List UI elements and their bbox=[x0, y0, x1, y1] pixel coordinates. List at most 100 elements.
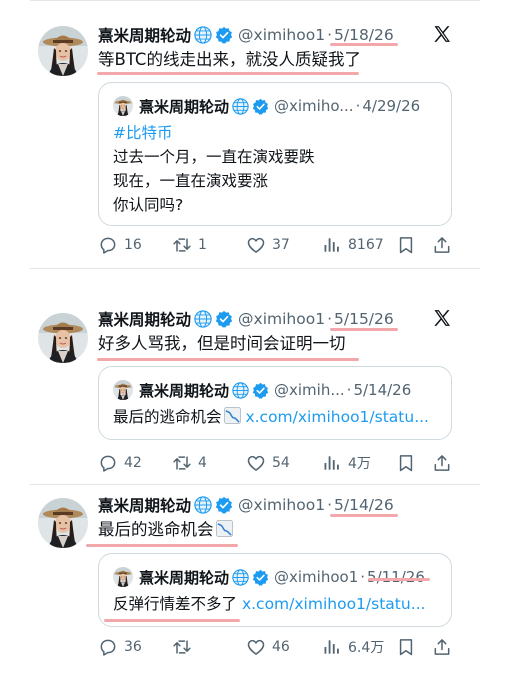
quote-handle: @ximih... bbox=[274, 381, 345, 399]
views-button[interactable]: 4万 bbox=[322, 452, 371, 474]
globe-icon bbox=[194, 310, 212, 328]
status-link[interactable]: x.com/ximihoo1/statu... bbox=[242, 595, 426, 613]
handle[interactable]: @ximihoo1 bbox=[238, 496, 325, 514]
tweet-text-content: 最后的逃命机会 bbox=[98, 520, 214, 539]
quote-header: 熹米周期轮动 @ximiho... · 4/29/26 bbox=[113, 95, 420, 117]
bookmark-icon bbox=[396, 637, 416, 657]
quote-text-line: 现在，一直在演戏要涨 bbox=[113, 172, 269, 190]
timestamp[interactable]: 5/15/26 bbox=[334, 310, 394, 328]
reply-icon bbox=[98, 453, 118, 473]
views-icon bbox=[322, 235, 342, 255]
like-icon bbox=[246, 453, 266, 473]
like-button[interactable]: 46 bbox=[246, 636, 290, 658]
quote-text-line: 最后的逃命机会 x.com/ximihoo1/statu... bbox=[113, 405, 429, 431]
retweet-button[interactable]: 1 bbox=[172, 234, 207, 256]
quoted-tweet[interactable]: 熹米周期轮动 @ximih... · 5/14/26 最后的逃命机会 x.com… bbox=[98, 366, 452, 440]
retweet-count: 1 bbox=[198, 237, 207, 253]
action-bar: 42 4 54 4万 bbox=[98, 452, 458, 474]
timestamp[interactable]: 5/14/26 bbox=[334, 496, 394, 514]
bookmark-button[interactable] bbox=[396, 636, 422, 658]
views-button[interactable]: 6.4万 bbox=[322, 636, 384, 658]
like-count: 46 bbox=[272, 639, 290, 655]
separator-dot: · bbox=[327, 26, 332, 44]
retweet-icon bbox=[172, 235, 192, 255]
reply-icon bbox=[98, 637, 118, 657]
globe-icon bbox=[194, 496, 212, 514]
reply-button[interactable]: 42 bbox=[98, 452, 142, 474]
x-logo-icon[interactable] bbox=[432, 308, 452, 328]
quote-text-line: 反弹行情差不多了 x.com/ximihoo1/statu... bbox=[113, 592, 425, 616]
reply-count: 16 bbox=[124, 237, 142, 253]
display-name[interactable]: 熹米周期轮动 bbox=[98, 24, 191, 46]
share-icon bbox=[432, 637, 452, 657]
separator-dot: · bbox=[346, 381, 352, 399]
quote-text-line: 过去一个月，一直在演戏要跌 bbox=[113, 148, 315, 166]
avatar[interactable] bbox=[38, 498, 88, 548]
separator-dot: · bbox=[327, 310, 332, 328]
status-link[interactable]: x.com/ximihoo1/statu... bbox=[245, 408, 429, 426]
retweet-icon bbox=[172, 637, 192, 657]
display-name[interactable]: 熹米周期轮动 bbox=[98, 308, 191, 330]
like-icon bbox=[246, 235, 266, 255]
chart-decreasing-emoji bbox=[216, 520, 233, 544]
quote-timestamp: 5/14/26 bbox=[353, 381, 412, 399]
reply-count: 42 bbox=[124, 455, 142, 471]
tweet-text: 等BTC的线走出来，就没人质疑我了 bbox=[98, 50, 361, 69]
tweet-text: 好多人骂我，但是时间会证明一切 bbox=[98, 334, 346, 353]
quote-display-name: 熹米周期轮动 bbox=[139, 97, 230, 116]
reply-count: 36 bbox=[124, 639, 142, 655]
quote-text-line: 你认同吗? bbox=[113, 196, 184, 214]
like-count: 54 bbox=[272, 455, 290, 471]
reply-button[interactable]: 16 bbox=[98, 234, 142, 256]
like-icon bbox=[246, 637, 266, 657]
views-icon bbox=[322, 453, 342, 473]
views-icon bbox=[322, 637, 342, 657]
highlight-mark bbox=[104, 619, 240, 622]
x-logo-icon[interactable] bbox=[432, 24, 452, 44]
handle[interactable]: @ximihoo1 bbox=[238, 310, 325, 328]
handle[interactable]: @ximihoo1 bbox=[238, 26, 325, 44]
tweet-text: 最后的逃命机会 bbox=[98, 518, 233, 544]
hashtag-link[interactable]: #比特币 bbox=[113, 121, 173, 145]
quote-handle: @ximihoo1 bbox=[274, 568, 359, 586]
quoted-tweet[interactable]: 熹米周期轮动 @ximihoo1 · 5/11/26 反弹行情差不多了 x.co… bbox=[98, 553, 452, 627]
quote-text: 最后的逃命机会 bbox=[113, 408, 222, 426]
views-button[interactable]: 8167 bbox=[322, 234, 384, 256]
quote-handle: @ximiho... bbox=[274, 97, 354, 115]
timestamp[interactable]: 5/18/26 bbox=[334, 26, 394, 44]
display-name[interactable]: 熹米周期轮动 bbox=[98, 494, 191, 516]
quote-avatar bbox=[113, 567, 133, 587]
globe-icon bbox=[194, 26, 212, 44]
reply-icon bbox=[98, 235, 118, 255]
share-button[interactable] bbox=[432, 636, 458, 658]
share-button[interactable] bbox=[432, 234, 458, 256]
action-bar: 36 46 6.4万 bbox=[98, 636, 458, 658]
highlight-mark bbox=[330, 43, 398, 46]
quote-avatar bbox=[113, 96, 133, 116]
retweet-button[interactable]: 4 bbox=[172, 452, 207, 474]
retweet-count: 4 bbox=[198, 455, 207, 471]
bookmark-button[interactable] bbox=[396, 452, 422, 474]
globe-icon bbox=[232, 382, 249, 399]
quote-timestamp: 5/11/26 bbox=[367, 568, 425, 586]
quoted-tweet[interactable]: 熹米周期轮动 @ximiho... · 4/29/26 #比特币 过去一个月，一… bbox=[98, 82, 452, 226]
highlight-mark bbox=[86, 544, 238, 547]
divider bbox=[30, 268, 480, 269]
quote-header: 熹米周期轮动 @ximih... · 5/14/26 bbox=[113, 379, 411, 401]
globe-icon bbox=[232, 98, 249, 115]
bookmark-button[interactable] bbox=[396, 234, 422, 256]
share-button[interactable] bbox=[432, 452, 458, 474]
views-count: 4万 bbox=[348, 456, 371, 472]
like-button[interactable]: 37 bbox=[246, 234, 290, 256]
like-count: 37 bbox=[272, 237, 290, 253]
retweet-button[interactable] bbox=[172, 636, 198, 658]
highlight-mark bbox=[330, 514, 398, 517]
like-button[interactable]: 54 bbox=[246, 452, 290, 474]
divider bbox=[30, 484, 480, 485]
verified-badge-icon bbox=[252, 569, 269, 586]
quote-timestamp: 4/29/26 bbox=[362, 97, 421, 115]
avatar[interactable] bbox=[38, 313, 88, 363]
avatar[interactable] bbox=[38, 26, 88, 76]
highlight-mark bbox=[97, 72, 359, 75]
reply-button[interactable]: 36 bbox=[98, 636, 142, 658]
